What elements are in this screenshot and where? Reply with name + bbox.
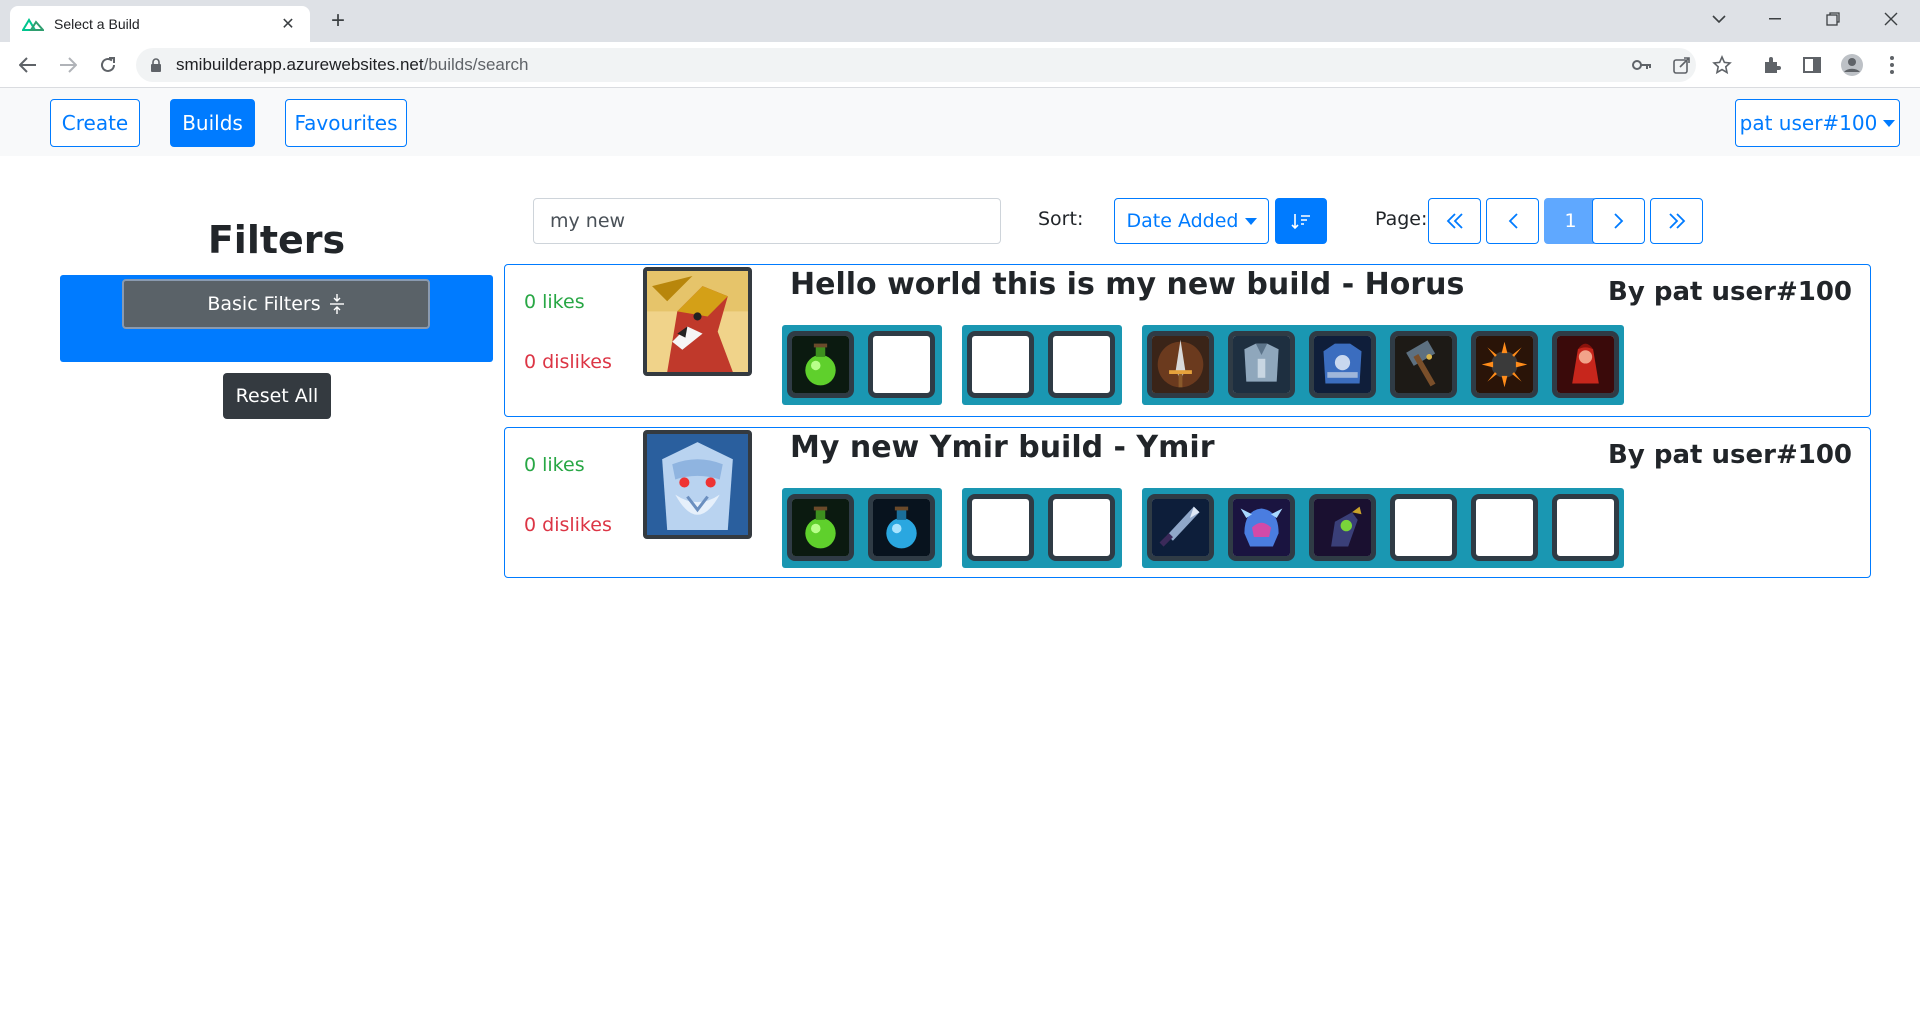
app-navbar: Create Builds Favourites pat user#100 bbox=[0, 88, 1920, 156]
armor-icon[interactable] bbox=[1228, 331, 1295, 398]
new-tab-button[interactable]: + bbox=[322, 6, 354, 38]
empty-slot[interactable] bbox=[1552, 494, 1619, 561]
browser-toolbar: smibuilderapp.azurewebsites.net/builds/s… bbox=[0, 42, 1920, 88]
basic-filters-toggle[interactable]: Basic Filters bbox=[122, 279, 430, 329]
filters-heading: Filters bbox=[207, 218, 346, 262]
blue-armor-icon[interactable] bbox=[1309, 331, 1376, 398]
likes-count[interactable]: 0 likes bbox=[524, 291, 585, 313]
share-icon[interactable] bbox=[1670, 53, 1694, 77]
side-panel-icon[interactable] bbox=[1800, 53, 1824, 77]
consumable-slot-group bbox=[962, 325, 1122, 405]
create-nav-button[interactable]: Create bbox=[50, 99, 140, 147]
empty-slot[interactable] bbox=[868, 331, 935, 398]
sort-direction-button[interactable] bbox=[1275, 198, 1327, 244]
chevron-down-icon bbox=[1883, 119, 1896, 127]
browser-tabstrip: Select a Build ✕ + bbox=[0, 0, 1920, 42]
address-bar[interactable]: smibuilderapp.azurewebsites.net/builds/s… bbox=[136, 48, 1696, 82]
double-chevron-right-icon bbox=[1668, 213, 1685, 229]
prev-page-button[interactable] bbox=[1486, 198, 1539, 244]
favourites-nav-button[interactable]: Favourites bbox=[285, 99, 407, 147]
forward-icon[interactable] bbox=[54, 51, 82, 79]
build-search-input[interactable] bbox=[533, 198, 1001, 244]
empty-slot[interactable] bbox=[1048, 331, 1115, 398]
build-card[interactable]: 0 likes 0 dislikes My new Ymir build - Y… bbox=[504, 427, 1871, 578]
lock-icon bbox=[151, 58, 161, 72]
build-card[interactable]: 0 likes 0 dislikes Hello world this is m… bbox=[504, 264, 1871, 417]
last-page-button[interactable] bbox=[1650, 198, 1703, 244]
browser-tab[interactable]: Select a Build ✕ bbox=[10, 6, 310, 42]
build-title[interactable]: My new Ymir build - Ymir bbox=[790, 430, 1215, 465]
sword-icon[interactable] bbox=[1147, 331, 1214, 398]
tab-close-icon[interactable]: ✕ bbox=[278, 14, 298, 34]
dagger-icon[interactable] bbox=[1147, 494, 1214, 561]
profile-avatar-icon[interactable] bbox=[1840, 53, 1864, 77]
item-slot-group bbox=[1142, 488, 1624, 568]
tab-title: Select a Build bbox=[54, 16, 140, 32]
empty-slot[interactable] bbox=[1048, 494, 1115, 561]
reload-icon[interactable] bbox=[94, 51, 122, 79]
double-chevron-left-icon bbox=[1446, 213, 1463, 229]
page-label: Page: bbox=[1375, 208, 1428, 230]
empty-slot[interactable] bbox=[967, 494, 1034, 561]
first-page-button[interactable] bbox=[1428, 198, 1481, 244]
user-menu-dropdown[interactable]: pat user#100 bbox=[1735, 99, 1900, 147]
red-cloak-icon[interactable] bbox=[1552, 331, 1619, 398]
spiked-mace-icon[interactable] bbox=[1471, 331, 1538, 398]
gauntlet-icon[interactable] bbox=[1309, 494, 1376, 561]
sort-value: Date Added bbox=[1126, 210, 1239, 232]
expand-collapse-icon bbox=[329, 294, 344, 314]
bookmark-star-icon[interactable] bbox=[1710, 53, 1734, 77]
blue-potion-icon[interactable] bbox=[868, 494, 935, 561]
horus-portrait-icon bbox=[643, 267, 752, 376]
user-menu-label: pat user#100 bbox=[1739, 111, 1878, 135]
browser-menu-icon[interactable] bbox=[1880, 53, 1904, 77]
hammer-icon[interactable] bbox=[1390, 331, 1457, 398]
sort-descending-icon bbox=[1291, 214, 1310, 230]
dislikes-count[interactable]: 0 dislikes bbox=[524, 514, 612, 536]
builds-nav-button[interactable]: Builds bbox=[170, 99, 255, 147]
empty-slot[interactable] bbox=[967, 331, 1034, 398]
build-author: By pat user#100 bbox=[1608, 277, 1852, 307]
extensions-icon[interactable] bbox=[1760, 53, 1784, 77]
chevron-left-icon bbox=[1508, 213, 1518, 229]
restore-icon[interactable] bbox=[1810, 0, 1856, 38]
url-path: /builds/search bbox=[423, 55, 529, 74]
dislikes-count[interactable]: 0 dislikes bbox=[524, 351, 612, 373]
empty-slot[interactable] bbox=[1390, 494, 1457, 561]
likes-count[interactable]: 0 likes bbox=[524, 454, 585, 476]
build-title[interactable]: Hello world this is my new build - Horus bbox=[790, 267, 1464, 302]
filters-panel: Basic Filters bbox=[60, 275, 493, 362]
green-potion-icon[interactable] bbox=[787, 494, 854, 561]
sort-label: Sort: bbox=[1038, 208, 1084, 230]
nuxt-logo-icon bbox=[22, 18, 44, 31]
consumable-slot-group bbox=[962, 488, 1122, 568]
key-icon[interactable] bbox=[1630, 53, 1654, 77]
relic-slot-group bbox=[782, 325, 942, 405]
item-slot-group bbox=[1142, 325, 1624, 405]
sort-dropdown[interactable]: Date Added bbox=[1114, 198, 1269, 244]
relic-slot-group bbox=[782, 488, 942, 568]
minimize-icon[interactable] bbox=[1752, 0, 1798, 38]
empty-slot[interactable] bbox=[1471, 494, 1538, 561]
build-author: By pat user#100 bbox=[1608, 440, 1852, 470]
ymir-portrait-icon bbox=[643, 430, 752, 539]
chevron-down-icon bbox=[1244, 217, 1257, 225]
current-page-button[interactable]: 1 bbox=[1544, 198, 1597, 244]
green-potion-icon[interactable] bbox=[787, 331, 854, 398]
url-host: smibuilderapp.azurewebsites.net bbox=[176, 55, 424, 74]
frost-helm-icon[interactable] bbox=[1228, 494, 1295, 561]
tab-search-icon[interactable] bbox=[1696, 0, 1742, 38]
next-page-button[interactable] bbox=[1592, 198, 1645, 244]
reset-all-button[interactable]: Reset All bbox=[223, 373, 331, 419]
basic-filters-label: Basic Filters bbox=[207, 293, 321, 315]
back-icon[interactable] bbox=[14, 51, 42, 79]
close-window-icon[interactable] bbox=[1868, 0, 1914, 38]
chevron-right-icon bbox=[1613, 213, 1623, 229]
